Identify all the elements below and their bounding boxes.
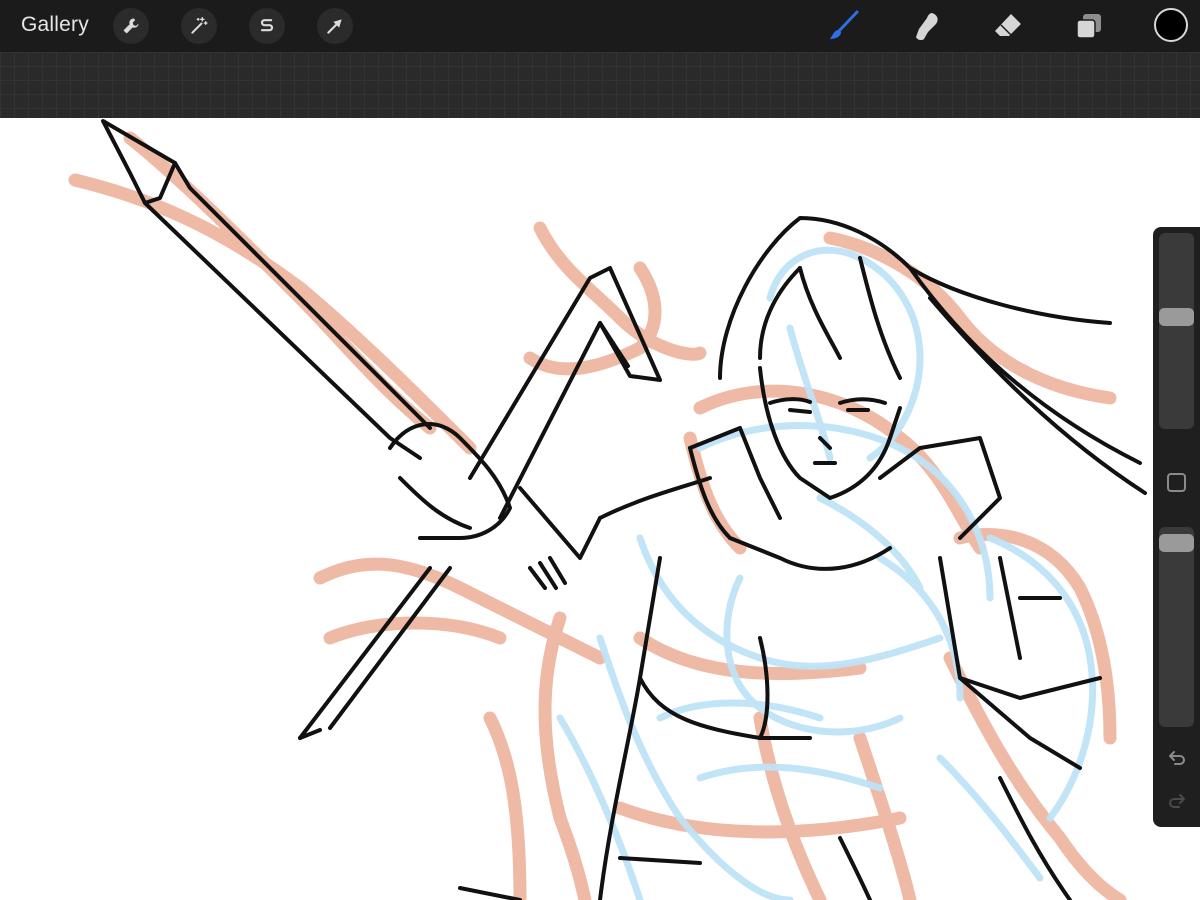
adjustments-button[interactable]: [181, 8, 217, 44]
redo-icon: [1169, 794, 1185, 808]
gallery-button[interactable]: Gallery: [21, 13, 89, 37]
layers-icon: [1076, 14, 1101, 39]
brush-icon: [830, 10, 859, 39]
redo-button[interactable]: [1165, 790, 1189, 814]
wrench-icon: [123, 18, 139, 34]
magic-wand-icon: [191, 17, 208, 34]
opacity-knob[interactable]: [1159, 534, 1194, 552]
brush-sidebar: [1153, 227, 1200, 827]
canvas-grid-margin: [0, 52, 1200, 118]
undo-icon: [1169, 751, 1185, 765]
transform-button[interactable]: [317, 8, 353, 44]
eraser-icon: [995, 14, 1021, 36]
undo-button[interactable]: [1165, 747, 1189, 771]
drawing-canvas[interactable]: [0, 118, 1200, 900]
smudge-tool-button[interactable]: [906, 6, 946, 46]
actions-button[interactable]: [113, 8, 149, 44]
brush-size-knob[interactable]: [1159, 308, 1194, 326]
selection-s-icon: [260, 19, 274, 32]
modify-button[interactable]: [1167, 473, 1186, 492]
layers-tool-button[interactable]: [1069, 6, 1109, 46]
ink-lineart-layer: [101, 119, 1147, 900]
sketch-artwork: [68, 119, 1147, 900]
color-picker-button[interactable]: [1154, 8, 1188, 42]
arrow-cursor-icon: [327, 19, 342, 34]
brush-tool-button[interactable]: [824, 6, 864, 46]
opacity-slider[interactable]: [1159, 527, 1194, 727]
smudge-finger-icon: [916, 13, 938, 41]
brush-size-slider[interactable]: [1159, 233, 1194, 429]
top-toolbar: Gallery: [0, 0, 1200, 52]
eraser-tool-button[interactable]: [988, 6, 1028, 46]
selection-button[interactable]: [249, 8, 285, 44]
